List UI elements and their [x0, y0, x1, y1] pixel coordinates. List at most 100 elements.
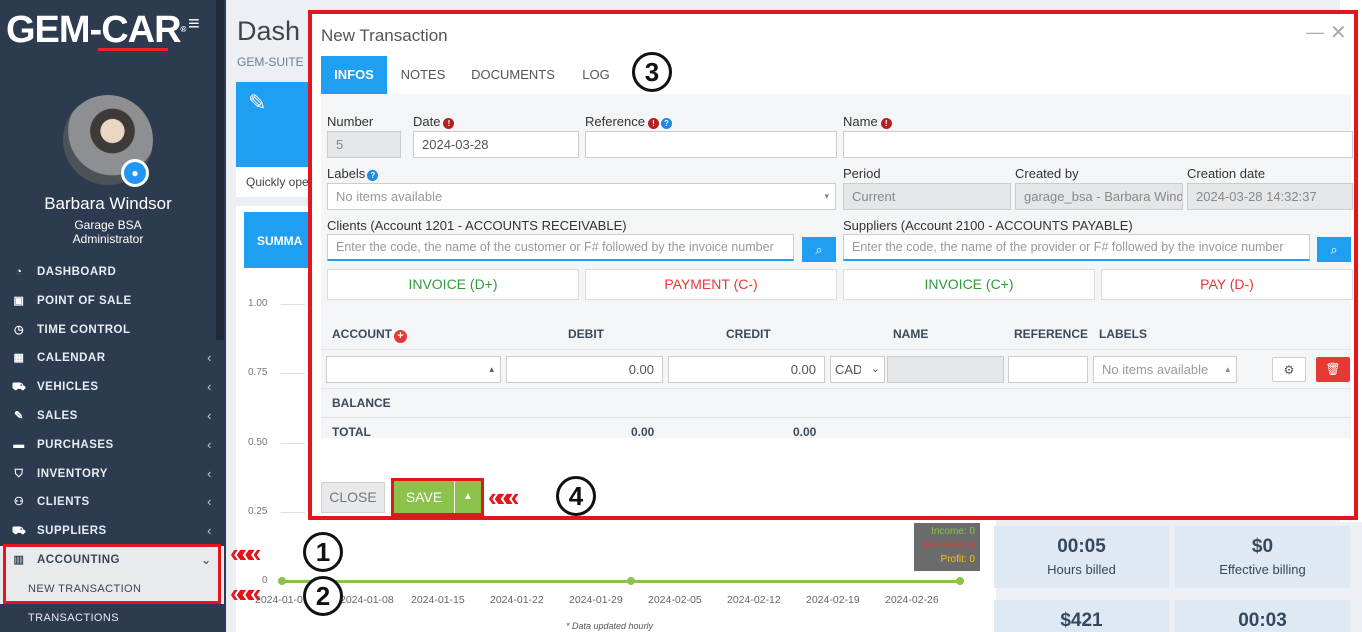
search-icon: ⌕ [1330, 242, 1338, 257]
hamburger-menu-icon[interactable]: ≡ [188, 14, 208, 34]
gem-car-logo[interactable]: GEM-CAR® [6, 8, 186, 52]
chevron-left-icon: ‹ [207, 523, 212, 539]
sidebar-item-suppliers[interactable]: ⛟ SUPPLIERS ‹ [0, 517, 224, 546]
clients-search-input[interactable]: Enter the code, the name of the customer… [327, 234, 794, 261]
stat-time: 00:03 [1175, 600, 1350, 632]
date-field[interactable]: 2024-03-28 [413, 131, 579, 158]
point-of-sale-icon: ▣ [13, 294, 25, 307]
y-gridline [281, 443, 305, 444]
sidebar-item-label: TIME CONTROL [37, 323, 131, 336]
required-icon: ! [647, 118, 659, 129]
tab-infos[interactable]: INFOS [321, 56, 387, 94]
sidebar-item-inventory[interactable]: ⛉ INVENTORY ‹ [0, 460, 224, 489]
tab-summary[interactable]: SUMMA [244, 212, 308, 268]
close-button[interactable]: CLOSE [321, 482, 385, 513]
creation-date-field[interactable]: 2024-03-28 14:32:37 [1187, 183, 1353, 210]
y-tick: 0.50 [248, 437, 268, 448]
tab-notes[interactable]: NOTES [397, 56, 449, 94]
quick-edit-tile[interactable]: ✎ [236, 82, 308, 167]
sidebar-item-label: CLIENTS [37, 496, 90, 509]
number-label: Number [327, 114, 374, 129]
chevron-left-icon: ‹ [207, 379, 212, 395]
clients-search-button[interactable]: ⌕ [802, 237, 836, 262]
labels-select[interactable]: No items available ▾ [327, 183, 836, 210]
caret-up-icon: ▴ [1225, 364, 1230, 374]
sidebar-item-vehicles[interactable]: ⛟ VEHICLES ‹ [0, 373, 224, 402]
created-by-field[interactable]: garage_bsa - Barbara Windsor [1015, 183, 1183, 210]
account-select[interactable]: ▴ [326, 356, 501, 383]
stat-label: Effective billing [1219, 562, 1306, 577]
help-icon: ? [367, 170, 379, 181]
clients-label: Clients (Account 1201 - ACCOUNTS RECEIVA… [327, 218, 627, 233]
add-account-icon[interactable]: + [394, 330, 407, 343]
legend-income: Income: 0 [931, 526, 975, 537]
sidebar-item-dashboard[interactable]: ◔ DASHBOARD [0, 258, 224, 287]
user-role: Administrator [72, 232, 144, 246]
car-icon: ⛟ [11, 381, 27, 394]
reference-field[interactable] [585, 131, 837, 158]
sidebar-item-label: DASHBOARD [37, 266, 117, 278]
name-input[interactable] [887, 356, 1004, 383]
invoice-credit-button[interactable]: INVOICE (C+) [843, 269, 1095, 300]
save-options-caret-icon[interactable]: ▲ [455, 481, 481, 513]
credit-input[interactable]: 0.00 [668, 356, 825, 383]
y-tick: 1.00 [248, 298, 268, 309]
row-labels-select[interactable]: No items available ▴ [1093, 356, 1237, 383]
annotation-arrow-2: ««« [230, 578, 261, 608]
required-icon: ! [443, 118, 455, 129]
column-header-labels: LABELS [1099, 327, 1147, 341]
close-icon[interactable]: ✕ [1330, 20, 1347, 45]
chevron-left-icon: ‹ [207, 494, 212, 510]
sidebar-item-time-control[interactable]: ◷ TIME CONTROL [0, 316, 224, 345]
row-delete-button[interactable]: 🗑 [1316, 357, 1350, 382]
tab-log[interactable]: LOG [581, 56, 611, 94]
y-tick: 0.75 [248, 367, 268, 378]
legend-profit: Profit: 0 [940, 554, 975, 565]
sidebar-item-calendar[interactable]: ▦ CALENDAR ‹ [0, 344, 224, 373]
sidebar-item-clients[interactable]: ⚇ CLIENTS ‹ [0, 488, 224, 517]
reference-label: Reference!? [585, 114, 672, 129]
minimize-icon[interactable]: — [1306, 22, 1324, 43]
chevron-left-icon: ‹ [207, 436, 212, 452]
user-name: Barbara Windsor [44, 194, 172, 213]
sidebar-item-sales[interactable]: ✎ SALES ‹ [0, 402, 224, 431]
legend-expense: Expense: 0 [924, 540, 975, 551]
data-point[interactable] [278, 577, 286, 585]
sidebar-item-purchases[interactable]: ▬ PURCHASES ‹ [0, 431, 224, 460]
save-button[interactable]: SAVE [394, 481, 454, 513]
suppliers-search-button[interactable]: ⌕ [1317, 237, 1351, 262]
reference-input[interactable] [1008, 356, 1088, 383]
annotation-marker-4: 4 [556, 476, 596, 516]
data-point[interactable] [956, 577, 964, 585]
tab-documents[interactable]: DOCUMENTS [467, 56, 559, 94]
y-gridline [281, 304, 305, 305]
data-point[interactable] [627, 577, 635, 585]
save-highlight-box: SAVE ▲ [391, 478, 484, 516]
sidebar-item-point-of-sale[interactable]: ▣ POINT OF SALE [0, 287, 224, 316]
payment-credit-button[interactable]: PAYMENT (C-) [585, 269, 837, 300]
number-field[interactable]: 5 [327, 131, 401, 158]
annotation-arrow-4: ««« [488, 482, 519, 512]
pay-debit-button[interactable]: PAY (D-) [1101, 269, 1353, 300]
invoice-debit-button[interactable]: INVOICE (D+) [327, 269, 579, 300]
stat-hours-billed: 00:05 Hours billed [994, 526, 1169, 588]
debit-input[interactable]: 0.00 [506, 356, 663, 383]
x-tick: 2024-02-05 [648, 594, 702, 606]
x-tick: 2024-02-12 [727, 594, 781, 606]
x-tick: 2024-01-22 [490, 594, 544, 606]
period-field[interactable]: Current [843, 183, 1011, 210]
creation-date-label: Creation date [1187, 166, 1266, 181]
sidebar-subitem-transactions[interactable]: TRANSACTIONS [0, 604, 224, 632]
column-header-account: ACCOUNT + [332, 327, 407, 343]
suppliers-search-input[interactable]: Enter the code, the name of the provider… [843, 234, 1310, 261]
annotation-marker-2: 2 [303, 576, 343, 616]
row-settings-button[interactable]: ⚙ [1272, 357, 1306, 382]
sidebar: GEM-CAR® ≡ ● Barbara Windsor Garage BSA … [0, 0, 226, 632]
stat-value: $421 [1060, 610, 1103, 631]
logo-underline [98, 48, 168, 51]
name-label: Name! [843, 114, 892, 129]
currency-select[interactable]: CAD ⌄ [830, 356, 885, 383]
gear-icon: ⚙ [1283, 363, 1295, 377]
name-field[interactable] [843, 131, 1353, 158]
stat-amount: $421 [994, 600, 1169, 632]
